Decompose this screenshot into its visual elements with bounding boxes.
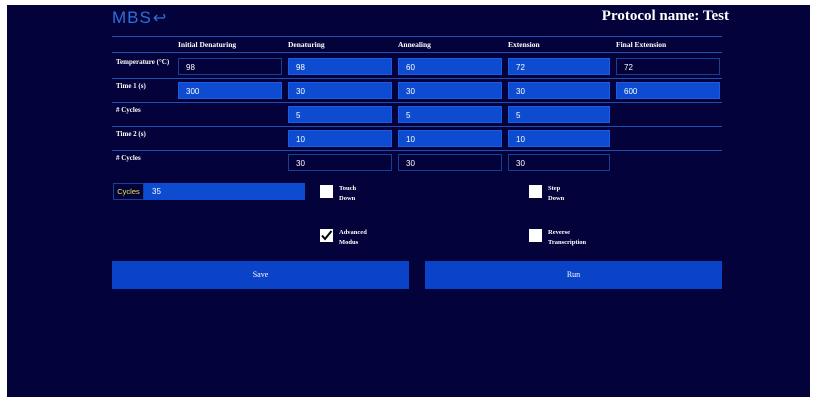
- advanced-modus-checkbox[interactable]: [320, 229, 333, 242]
- col-header-annealing: Annealing: [398, 40, 431, 49]
- time1-extension-input[interactable]: 30: [508, 82, 610, 99]
- temperature-extension-input[interactable]: 72: [508, 58, 610, 75]
- divider: [112, 150, 722, 151]
- time1-denaturing-input[interactable]: 30: [288, 82, 392, 99]
- mbs-logo: MBS↩: [112, 8, 167, 28]
- temperature-denaturing-input[interactable]: 98: [288, 58, 392, 75]
- temperature-final-extension-input[interactable]: 72: [616, 58, 720, 75]
- time2-extension-input[interactable]: 10: [508, 130, 610, 147]
- time1-final-extension-input[interactable]: 600: [616, 82, 720, 99]
- divider: [112, 126, 722, 127]
- touch-down-checkbox[interactable]: [320, 185, 333, 198]
- advanced-modus-label: Advanced Modus: [339, 229, 367, 246]
- save-button[interactable]: Save: [112, 261, 409, 289]
- checkmark-icon: [321, 230, 333, 241]
- step-down-label: Step Down: [548, 185, 565, 202]
- touch-down-label: Touch Down: [339, 185, 357, 202]
- row-label-time-1: Time 1 (s): [116, 82, 146, 90]
- cycles2-denaturing-input[interactable]: 30: [288, 154, 392, 171]
- reverse-transcription-label: Reverse Transcription: [548, 229, 587, 246]
- cycles1-annealing-input[interactable]: 5: [398, 106, 502, 123]
- divider: [112, 78, 722, 79]
- divider: [112, 102, 722, 103]
- run-button[interactable]: Run: [425, 261, 722, 289]
- step-down-checkbox[interactable]: [529, 185, 542, 198]
- time1-initial-denaturing-input[interactable]: 300: [178, 82, 282, 99]
- row-label-cycles-2: # Cycles: [116, 154, 141, 162]
- row-label-time-2: Time 2 (s): [116, 130, 146, 138]
- col-header-final-extension: Final Extension: [616, 40, 667, 49]
- divider: [112, 36, 722, 37]
- row-label-temperature: Temperature (°C): [116, 58, 170, 66]
- logo-text: MBS: [112, 8, 152, 27]
- cycles1-extension-input[interactable]: 5: [508, 106, 610, 123]
- temperature-initial-denaturing-input[interactable]: 98: [178, 58, 282, 75]
- cycles2-extension-input[interactable]: 30: [508, 154, 610, 171]
- total-cycles-field[interactable]: Cycles 35: [113, 183, 305, 200]
- total-cycles-value[interactable]: 35: [152, 183, 161, 200]
- logo-arrow-icon: ↩: [152, 10, 168, 27]
- col-header-extension: Extension: [508, 40, 540, 49]
- col-header-initial-denaturing: Initial Denaturing: [178, 40, 237, 49]
- temperature-annealing-input[interactable]: 60: [398, 58, 502, 75]
- time2-annealing-input[interactable]: 10: [398, 130, 502, 147]
- time2-denaturing-input[interactable]: 10: [288, 130, 392, 147]
- time1-annealing-input[interactable]: 30: [398, 82, 502, 99]
- total-cycles-label: Cycles: [113, 183, 144, 200]
- cycles2-annealing-input[interactable]: 30: [398, 154, 502, 171]
- protocol-title: Protocol name: Test: [601, 8, 729, 24]
- reverse-transcription-checkbox[interactable]: [529, 229, 542, 242]
- row-label-cycles-1: # Cycles: [116, 106, 141, 114]
- col-header-denaturing: Denaturing: [288, 40, 325, 49]
- divider: [112, 52, 722, 53]
- cycles1-denaturing-input[interactable]: 5: [288, 106, 392, 123]
